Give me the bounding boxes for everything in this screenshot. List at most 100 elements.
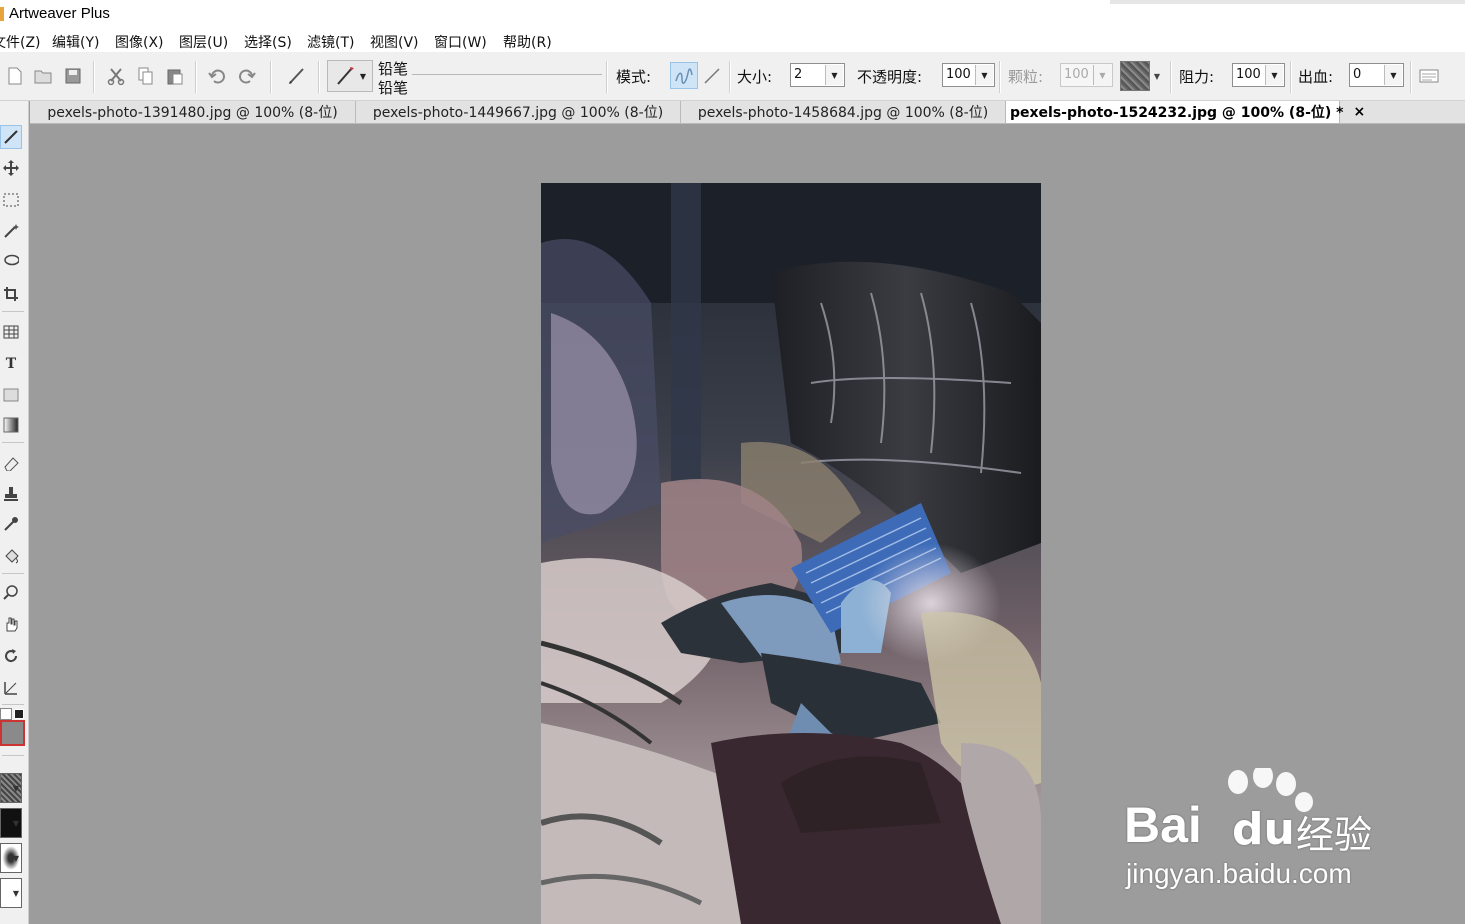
eyedropper-tool-icon[interactable] — [0, 512, 22, 536]
save-icon[interactable] — [62, 65, 84, 87]
palette-options-icon[interactable] — [1418, 65, 1440, 87]
watermark-brand-cn: 经验 — [1296, 813, 1373, 857]
text-tool-icon[interactable]: T — [0, 352, 22, 376]
foreground-color-swatch[interactable] — [0, 720, 25, 746]
tab-label: pexels-photo-1458684.jpg @ 100% (8-位) — [697, 105, 989, 121]
magic-wand-tool-icon[interactable] — [0, 219, 22, 243]
document-canvas-image[interactable] — [541, 183, 1041, 924]
bleed-combobox[interactable]: 0 ▼ — [1349, 63, 1404, 87]
toolbar-separator — [318, 61, 320, 93]
resistance-value: 100 — [1236, 67, 1261, 82]
window-shadow — [1110, 0, 1465, 4]
copy-icon[interactable] — [135, 65, 157, 87]
toolbar-separator — [1410, 61, 1412, 93]
stamp-tool-icon[interactable] — [0, 482, 22, 506]
document-tab[interactable]: pexels-photo-1449667.jpg @ 100% (8-位) — [356, 101, 681, 123]
zoom-tool-icon[interactable] — [0, 580, 22, 604]
toolbar-separator — [93, 61, 95, 93]
close-icon[interactable]: × — [1353, 104, 1365, 120]
menu-view[interactable]: 视图(V) — [370, 32, 419, 52]
redo-icon[interactable] — [236, 65, 258, 87]
title-bar: Artweaver Plus — [0, 0, 1465, 28]
menu-filter[interactable]: 滤镜(T) — [307, 32, 354, 52]
opacity-value: 100 — [946, 67, 971, 82]
tab-label: pexels-photo-1391480.jpg @ 100% (8-位) — [47, 105, 338, 121]
brush-divider — [412, 74, 602, 75]
menu-image[interactable]: 图像(X) — [115, 32, 164, 52]
shape-tool-icon[interactable] — [0, 383, 22, 407]
chevron-down-icon[interactable]: ▼ — [1384, 65, 1402, 85]
mode-freehand-button[interactable] — [670, 62, 698, 89]
tool-separator — [2, 442, 24, 443]
tool-separator — [2, 704, 24, 705]
paint-bucket-tool-icon[interactable] — [0, 544, 22, 568]
toolbar-separator — [195, 61, 197, 93]
new-file-icon[interactable] — [4, 65, 26, 87]
move-tool-icon[interactable] — [0, 156, 22, 180]
measure-tool-icon[interactable] — [0, 675, 22, 699]
app-icon — [0, 7, 4, 21]
swap-colors-icon[interactable] — [14, 709, 24, 719]
lasso-tool-icon[interactable] — [0, 249, 22, 273]
chevron-down-icon[interactable]: ▼ — [825, 65, 843, 85]
menu-select[interactable]: 选择(S) — [244, 32, 292, 52]
crop-tool-icon[interactable] — [0, 282, 22, 306]
toolbar-separator — [1290, 61, 1292, 93]
menu-help[interactable]: 帮助(R) — [503, 32, 552, 52]
gradient-tool-icon[interactable] — [0, 413, 22, 437]
paste-icon[interactable] — [164, 65, 186, 87]
chevron-down-icon[interactable]: ▼ — [10, 881, 22, 905]
baidu-watermark: Bai du 经验 jingyan.baidu.com — [1120, 768, 1400, 898]
size-value: 2 — [794, 67, 803, 82]
toolbar-separator — [270, 61, 272, 93]
background-color-swatch[interactable] — [0, 708, 12, 720]
opacity-label: 不透明度: — [857, 68, 923, 86]
cut-icon[interactable] — [105, 65, 127, 87]
opacity-combobox[interactable]: 100 ▼ — [942, 63, 995, 87]
chevron-down-icon[interactable]: ▼ — [10, 846, 22, 870]
chevron-down-icon[interactable]: ▼ — [10, 811, 22, 835]
toolbar-separator — [729, 61, 731, 93]
pencil-tool-icon[interactable] — [0, 125, 22, 149]
mode-straight-line-icon[interactable] — [701, 65, 723, 87]
brush-tool-icon[interactable] — [286, 65, 308, 87]
watermark-du-icon: du — [1232, 804, 1295, 855]
paper-texture-swatch[interactable] — [1120, 61, 1150, 91]
grid-tool-icon[interactable] — [0, 320, 22, 344]
document-tab[interactable]: pexels-photo-1391480.jpg @ 100% (8-位) — [30, 101, 356, 123]
resistance-combobox[interactable]: 100 ▼ — [1232, 63, 1285, 87]
menu-file[interactable]: 文件(Z) — [0, 32, 41, 52]
brush-variant-label: 铅笔 — [378, 79, 409, 97]
size-combobox[interactable]: 2 ▼ — [790, 63, 845, 87]
eraser-tool-icon[interactable] — [0, 451, 22, 475]
texture-dropdown-icon[interactable]: ▼ — [1150, 65, 1164, 87]
tool-separator — [2, 311, 24, 312]
bleed-value: 0 — [1353, 67, 1362, 82]
grain-value: 100 — [1064, 67, 1089, 82]
app-title: Artweaver Plus — [9, 5, 110, 22]
brush-category-label: 铅笔 — [378, 60, 409, 78]
document-tab-active[interactable]: pexels-photo-1524232.jpg @ 100% (8-位) * … — [1006, 101, 1365, 123]
chevron-down-icon[interactable]: ▼ — [1265, 65, 1283, 85]
tab-label: pexels-photo-1449667.jpg @ 100% (8-位) — [372, 105, 664, 121]
toolbar-separator — [606, 61, 608, 93]
menu-layer[interactable]: 图层(U) — [179, 32, 228, 52]
menu-bar: 文件(Z) 编辑(Y) 图像(X) 图层(U) 选择(S) 滤镜(T) 视图(V… — [0, 28, 1465, 52]
document-tab[interactable]: pexels-photo-1458684.jpg @ 100% (8-位) — [681, 101, 1006, 123]
chevron-down-icon[interactable]: ▼ — [10, 776, 22, 800]
menu-window[interactable]: 窗口(W) — [434, 32, 487, 52]
menu-edit[interactable]: 编辑(Y) — [52, 32, 99, 52]
undo-icon[interactable] — [206, 65, 228, 87]
toolbar-separator — [1170, 61, 1172, 93]
chevron-down-icon: ▼ — [1093, 65, 1111, 85]
rotate-tool-icon[interactable] — [0, 644, 22, 668]
grain-label: 颗粒: — [1008, 68, 1044, 86]
chevron-down-icon[interactable]: ▼ — [975, 65, 993, 85]
hand-tool-icon[interactable] — [0, 612, 22, 636]
tool-separator — [2, 755, 24, 756]
rect-select-tool-icon[interactable] — [0, 188, 22, 212]
mode-label: 模式: — [616, 68, 652, 86]
tab-label: pexels-photo-1524232.jpg @ 100% (8-位) * — [1010, 105, 1344, 121]
open-folder-icon[interactable] — [32, 65, 54, 87]
brush-preset-picker[interactable]: ▼ — [327, 60, 373, 92]
